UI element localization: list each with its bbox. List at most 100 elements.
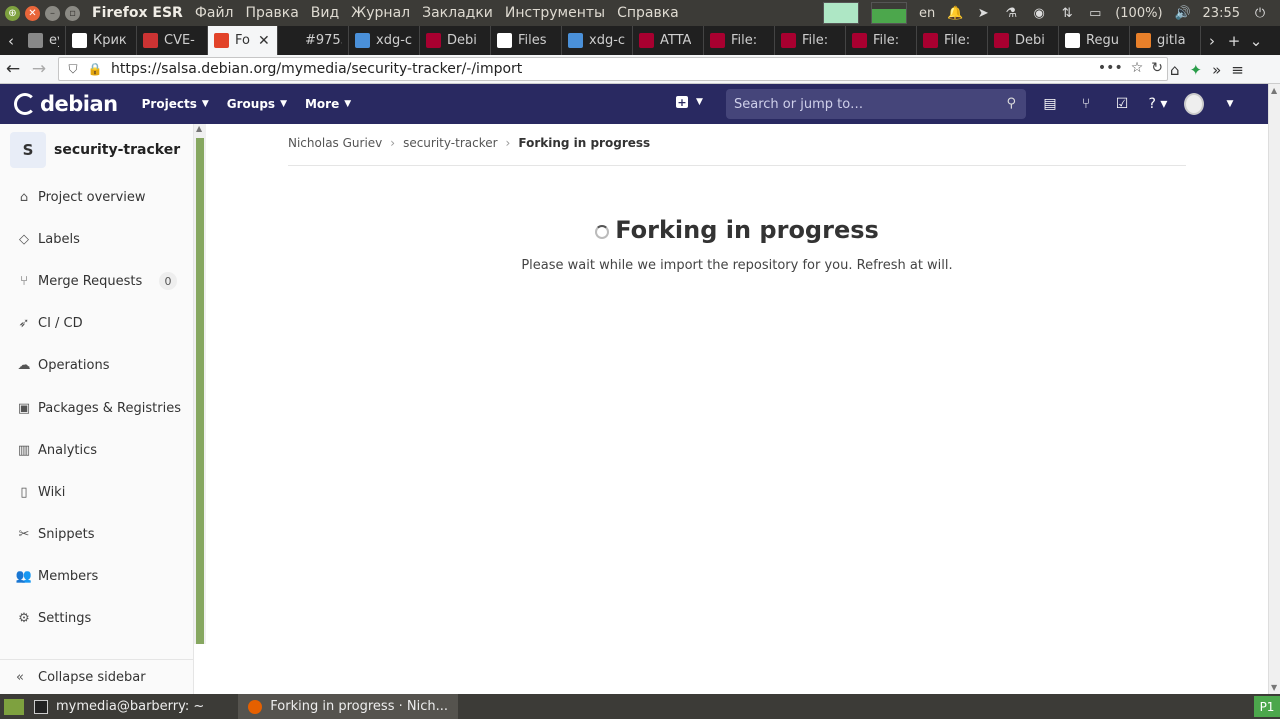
lock-icon[interactable]: 🔒 <box>87 61 103 77</box>
menu-edit[interactable]: Правка <box>246 5 299 21</box>
browser-tab[interactable]: gitla <box>1130 26 1201 55</box>
breadcrumb-current[interactable]: Forking in progress <box>518 136 650 150</box>
sidebar-item-analytics[interactable]: ▥ Analytics <box>0 429 193 471</box>
scroll-down-icon[interactable]: ▼ <box>1271 683 1277 692</box>
forward-icon[interactable]: → <box>26 56 52 82</box>
sidebar-item-members[interactable]: 👥 Members <box>0 556 193 598</box>
reload-icon[interactable]: ↻ <box>1151 60 1163 76</box>
menu-history[interactable]: Журнал <box>351 5 410 21</box>
workspace-indicator[interactable]: P1 <box>1254 696 1280 717</box>
app-menu-icon[interactable]: ⊕ <box>5 5 20 21</box>
menu-bookmarks[interactable]: Закладки <box>422 5 493 21</box>
browser-tab[interactable]: Regu <box>1059 26 1130 55</box>
collapse-sidebar-button[interactable]: « Collapse sidebar <box>0 659 194 695</box>
page-actions-icon[interactable]: ••• <box>1098 60 1123 76</box>
menu-tools[interactable]: Инструменты <box>505 5 605 21</box>
menu-view[interactable]: Вид <box>311 5 339 21</box>
scroll-up-icon[interactable]: ▲ <box>1271 86 1277 95</box>
favicon-icon <box>1065 33 1080 48</box>
tab-label: Debi <box>447 33 477 48</box>
browser-tab[interactable]: еугі <box>22 26 66 55</box>
nav-groups[interactable]: Groups ▼ <box>227 97 287 111</box>
network-arrows-icon[interactable]: ⇅ <box>1059 5 1075 21</box>
browser-tab[interactable]: Files <box>491 26 562 55</box>
breadcrumb-user[interactable]: Nicholas Guriev <box>288 136 382 150</box>
new-tab-icon[interactable]: + <box>1223 26 1245 55</box>
power-icon[interactable]: ⏻ <box>1252 5 1268 21</box>
chevron-down-icon[interactable]: ▼ <box>1220 99 1240 109</box>
menu-help[interactable]: Справка <box>617 5 679 21</box>
back-icon[interactable]: ← <box>0 56 26 82</box>
todo-icon[interactable]: ☑ <box>1112 96 1132 112</box>
sidebar-item-operations[interactable]: ☁ Operations <box>0 345 193 387</box>
close-tab-icon[interactable]: ✕ <box>258 33 270 49</box>
bookmark-star-icon[interactable]: ☆ <box>1131 60 1144 76</box>
help-icon[interactable]: ? ▾ <box>1148 96 1168 112</box>
taskbar-item-terminal[interactable]: mymedia@barberry: ~ <box>24 694 214 719</box>
volume-icon[interactable]: 🔊 <box>1174 5 1190 21</box>
browser-tab[interactable]: xdg-c <box>349 26 420 55</box>
browser-tab[interactable]: File: <box>846 26 917 55</box>
overflow-chevron-icon[interactable]: » <box>1212 61 1221 79</box>
avatar[interactable] <box>1184 93 1204 115</box>
battery-icon[interactable]: ▭ <box>1087 5 1103 21</box>
issues-icon[interactable]: ▤ <box>1040 96 1060 112</box>
sidebar-item-label: CI / CD <box>38 316 83 332</box>
pocket-icon[interactable]: ⌂ <box>1170 61 1180 79</box>
favicon-icon <box>852 33 867 48</box>
tab-list-icon[interactable]: ⌄ <box>1245 26 1267 55</box>
browser-tab[interactable]: Fo ✕ <box>208 26 278 55</box>
sidebar-item-merge-requests[interactable]: ⑂ Merge Requests 0 <box>0 260 193 302</box>
count-badge: 0 <box>159 272 177 291</box>
tab-scroll-right-icon[interactable]: › <box>1201 26 1223 55</box>
browser-tab[interactable]: #97537 <box>278 26 349 55</box>
nav-more[interactable]: More ▼ <box>305 97 351 111</box>
clock[interactable]: 23:55 <box>1203 6 1240 21</box>
extension-fox-icon[interactable]: ✦ <box>1190 61 1203 79</box>
sidebar-scrollbar[interactable]: ▲ <box>194 124 206 644</box>
minimize-window-icon[interactable]: – <box>45 5 60 21</box>
browser-tab[interactable]: File: <box>704 26 775 55</box>
merge-requests-icon[interactable]: ⑂ <box>1076 96 1096 112</box>
scroll-up-icon[interactable]: ▲ <box>196 124 202 133</box>
telegram-icon[interactable]: ➤ <box>975 5 991 21</box>
sidebar-item-settings[interactable]: ⚙ Settings <box>0 598 193 640</box>
nav-projects[interactable]: Projects ▼ <box>142 97 209 111</box>
cloud-icon: ☁ <box>17 358 31 374</box>
browser-tab[interactable]: ATTA <box>633 26 704 55</box>
taskbar-item-firefox[interactable]: Forking in progress · Nich... <box>238 694 458 719</box>
browser-tab[interactable]: Debi <box>420 26 491 55</box>
show-desktop-icon[interactable] <box>4 698 24 715</box>
browser-tab[interactable]: Крик <box>66 26 137 55</box>
browser-tab[interactable]: CVE- <box>137 26 208 55</box>
shield-icon[interactable]: ⛉ <box>65 61 81 77</box>
close-window-icon[interactable]: ✕ <box>25 5 40 21</box>
sidebar-scroll-thumb[interactable] <box>196 138 204 644</box>
intel-icon[interactable]: ◉ <box>1031 5 1047 21</box>
hamburger-menu-icon[interactable]: ≡ <box>1231 61 1244 79</box>
sidebar-item-ci-cd[interactable]: ➶ CI / CD <box>0 303 193 345</box>
sidebar-item-packages-registries[interactable]: ▣ Packages & Registries <box>0 387 193 429</box>
sidebar-item-project-overview[interactable]: ⌂ Project overview <box>0 176 193 218</box>
keyboard-layout[interactable]: en <box>919 6 935 21</box>
flask-icon[interactable]: ⚗ <box>1003 5 1019 21</box>
bell-icon[interactable]: 🔔 <box>947 5 963 21</box>
new-dropdown-button[interactable]: + ▼ <box>676 96 703 109</box>
debian-logo[interactable]: debian <box>14 92 118 116</box>
sidebar-project-header[interactable]: S security-tracker <box>0 124 193 176</box>
search-input[interactable]: Search or jump to… ⚲ <box>726 89 1026 119</box>
browser-tab[interactable]: Debi <box>988 26 1059 55</box>
browser-tab[interactable]: xdg-c <box>562 26 633 55</box>
sidebar-item-wiki[interactable]: ▯ Wiki <box>0 471 193 513</box>
browser-tab[interactable]: File: <box>917 26 988 55</box>
breadcrumb-project[interactable]: security-tracker <box>403 136 497 150</box>
maximize-window-icon[interactable]: ▫ <box>65 5 80 21</box>
menu-file[interactable]: Файл <box>195 5 234 21</box>
sidebar-item-labels[interactable]: ◇ Labels <box>0 218 193 260</box>
page-scrollbar[interactable]: ▲ ▼ <box>1268 84 1280 694</box>
browser-tab[interactable]: File: <box>775 26 846 55</box>
tab-scroll-left-icon[interactable]: ‹ <box>0 26 22 55</box>
url-text[interactable]: https://salsa.debian.org/mymedia/securit… <box>111 61 522 77</box>
url-bar[interactable]: ⛉ 🔒 https://salsa.debian.org/mymedia/sec… <box>58 57 1168 81</box>
sidebar-item-snippets[interactable]: ✂ Snippets <box>0 514 193 556</box>
